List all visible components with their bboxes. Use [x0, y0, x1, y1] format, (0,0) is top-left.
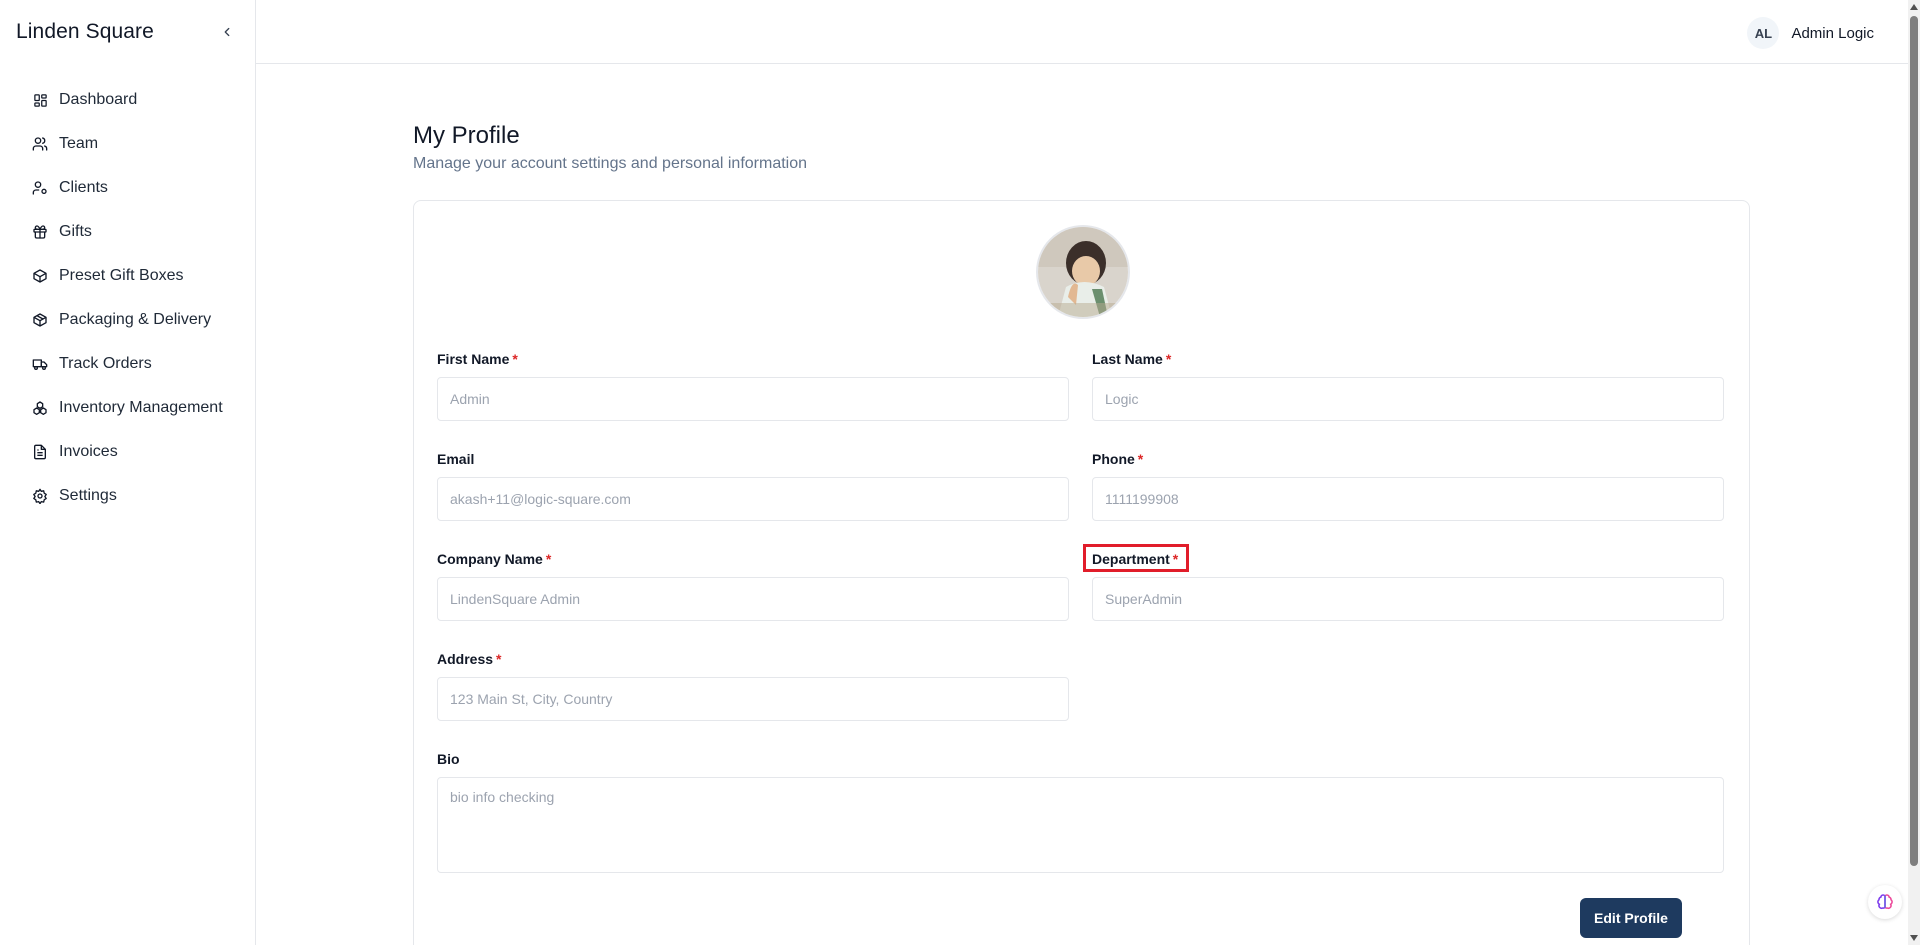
sidebar-item-label: Team [59, 135, 99, 152]
department-label: Department * [1092, 551, 1179, 567]
truck-icon [32, 356, 48, 372]
user-menu[interactable]: AL Admin Logic [1747, 17, 1874, 49]
sidebar-item-label: Inventory Management [59, 399, 223, 416]
sidebar-item-dashboard[interactable]: Dashboard [0, 78, 255, 122]
chevron-left-icon [224, 27, 230, 37]
scroll-thumb[interactable] [1910, 16, 1918, 866]
scroll-down-arrow[interactable] [1910, 935, 1918, 941]
sidebar-item-invoices[interactable]: Invoices [0, 430, 255, 474]
sidebar: Linden Square Dashboard Team Clients Gif… [0, 0, 256, 945]
sidebar-item-label: Clients [59, 179, 108, 196]
package-icon [32, 312, 48, 328]
gear-icon [32, 488, 48, 504]
profile-photo[interactable] [1036, 225, 1130, 319]
sidebar-item-packaging-delivery[interactable]: Packaging & Delivery [0, 298, 255, 342]
page-title: My Profile [413, 122, 520, 149]
last-name-input[interactable] [1092, 377, 1724, 421]
sidebar-item-inventory-management[interactable]: Inventory Management [0, 386, 255, 430]
sidebar-item-settings[interactable]: Settings [0, 474, 255, 518]
app-brand: Linden Square [16, 20, 154, 43]
scroll-up-arrow[interactable] [1910, 4, 1918, 10]
sidebar-item-label: Packaging & Delivery [59, 311, 212, 328]
edit-profile-button[interactable]: Edit Profile [1580, 898, 1682, 938]
address-label: Address * [437, 651, 502, 667]
last-name-label: Last Name * [1092, 351, 1172, 367]
collapse-sidebar-button[interactable] [215, 20, 239, 44]
dashboard-icon [32, 92, 48, 108]
user-cog-icon [32, 180, 48, 196]
bio-textarea[interactable] [437, 777, 1724, 873]
phone-input[interactable] [1092, 477, 1724, 521]
sidebar-item-label: Gifts [59, 223, 92, 240]
email-field[interactable] [437, 477, 1069, 521]
main-content: My Profile Manage your account settings … [256, 64, 1908, 945]
box-icon [32, 268, 48, 284]
bio-label: Bio [437, 751, 460, 767]
gift-icon [32, 224, 48, 240]
assistant-button[interactable] [1868, 885, 1902, 919]
sidebar-item-label: Preset Gift Boxes [59, 267, 184, 284]
sidebar-item-preset-gift-boxes[interactable]: Preset Gift Boxes [0, 254, 255, 298]
sidebar-nav: Dashboard Team Clients Gifts Preset Gift… [0, 64, 255, 518]
brain-icon [1877, 894, 1893, 909]
avatar: AL [1747, 17, 1780, 49]
boxes-icon [32, 400, 48, 416]
sidebar-item-label: Dashboard [59, 91, 138, 108]
department-input[interactable] [1092, 577, 1724, 621]
company-name-input[interactable] [437, 577, 1069, 621]
company-name-label: Company Name * [437, 551, 552, 567]
file-text-icon [32, 444, 48, 460]
profile-card: First Name* Last Name* Email Phone* Comp… [413, 200, 1750, 945]
sidebar-item-track-orders[interactable]: Track Orders [0, 342, 255, 386]
page-subtitle: Manage your account settings and persona… [413, 155, 808, 172]
page-scrollbar[interactable] [1908, 0, 1920, 945]
first-name-input[interactable] [437, 377, 1069, 421]
user-name: Admin Logic [1791, 24, 1874, 42]
sidebar-header: Linden Square [0, 0, 255, 64]
sidebar-item-clients[interactable]: Clients [0, 166, 255, 210]
first-name-label: First Name * [437, 351, 518, 367]
users-icon [32, 136, 48, 152]
sidebar-item-label: Settings [59, 487, 117, 504]
top-bar: AL Admin Logic [256, 0, 1908, 64]
sidebar-item-gifts[interactable]: Gifts [0, 210, 255, 254]
email-label: Email [437, 451, 475, 467]
sidebar-item-label: Track Orders [59, 355, 152, 372]
sidebar-item-team[interactable]: Team [0, 122, 255, 166]
sidebar-item-label: Invoices [59, 443, 118, 460]
address-input[interactable] [437, 677, 1069, 721]
phone-label: Phone * [1092, 451, 1144, 467]
